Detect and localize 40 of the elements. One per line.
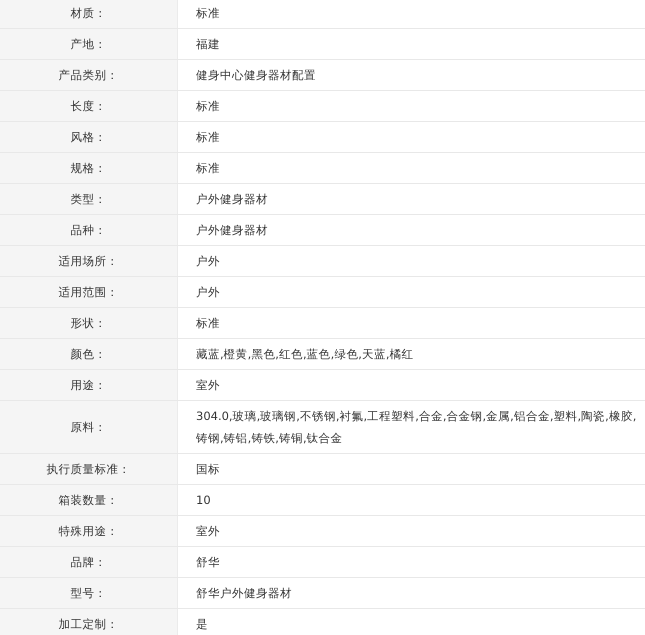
attribute-label-cell: 产品类别： <box>0 60 178 90</box>
attribute-label-cell: 规格： <box>0 153 178 183</box>
attribute-label-cell: 产地： <box>0 29 178 59</box>
attribute-label-cell: 原料： <box>0 401 178 453</box>
attribute-value-cell-text: 室外 <box>195 377 221 394</box>
attribute-value-cell-text: 304.0,玻璃,玻璃钢,不锈钢,衬氟,工程塑料,合金,合金钢,金属,铝合金,塑料,陶瓷,橡胶,铸钢,铸铝,铸铁,铸铜,钛合金 <box>195 408 638 447</box>
attribute-value-cell-text: 标准 <box>195 5 221 22</box>
attribute-label-cell: 品牌： <box>0 547 178 577</box>
attribute-label-cell: 类型： <box>0 184 178 214</box>
attribute-value-cell-text: 舒华户外健身器材 <box>195 585 293 602</box>
attribute-value-cell-text: 舒华 <box>195 554 221 571</box>
attribute-value-cell-text: 户外健身器材 <box>195 222 269 239</box>
attribute-value-cell-text: 是 <box>195 616 209 633</box>
attribute-label-cell: 箱装数量： <box>0 485 178 515</box>
attribute-label-cell: 材质： <box>0 0 178 28</box>
attribute-value-cell-text: 标准 <box>195 129 221 146</box>
attribute-label-cell: 特殊用途： <box>0 516 178 546</box>
attribute-label-cell: 适用范围： <box>0 277 178 307</box>
attribute-value-cell-text: 福建 <box>195 36 221 53</box>
attribute-value-cell-text: 户外健身器材 <box>195 191 269 208</box>
attribute-label-cell: 长度： <box>0 91 178 121</box>
attribute-label-cell: 加工定制： <box>0 609 178 635</box>
attribute-value-cell-text: 户外 <box>195 253 221 270</box>
attribute-value-cell-text: 藏蓝,橙黄,黑色,红色,蓝色,绿色,天蓝,橘红 <box>195 346 415 363</box>
attribute-value-cell-text: 标准 <box>195 98 221 115</box>
attribute-value-cell-text: 标准 <box>195 315 221 332</box>
attribute-label-cell: 品种： <box>0 215 178 245</box>
attribute-label-cell: 用途： <box>0 370 178 400</box>
attribute-value-cell-text: 健身中心健身器材配置 <box>195 67 317 84</box>
attribute-label-cell: 型号： <box>0 578 178 608</box>
attribute-label-cell: 颜色： <box>0 339 178 369</box>
attribute-label-cell: 风格： <box>0 122 178 152</box>
attribute-label-cell: 形状： <box>0 308 178 338</box>
attribute-label-cell: 执行质量标准： <box>0 454 178 484</box>
attribute-label-cell: 适用场所： <box>0 246 178 276</box>
attribute-value-cell-text: 国标 <box>195 461 221 478</box>
attribute-value-cell-text: 室外 <box>195 523 221 540</box>
attribute-value-cell-text: 户外 <box>195 284 221 301</box>
attribute-value-cell-text: 10 <box>195 492 212 509</box>
attribute-value-cell-text: 标准 <box>195 160 221 177</box>
